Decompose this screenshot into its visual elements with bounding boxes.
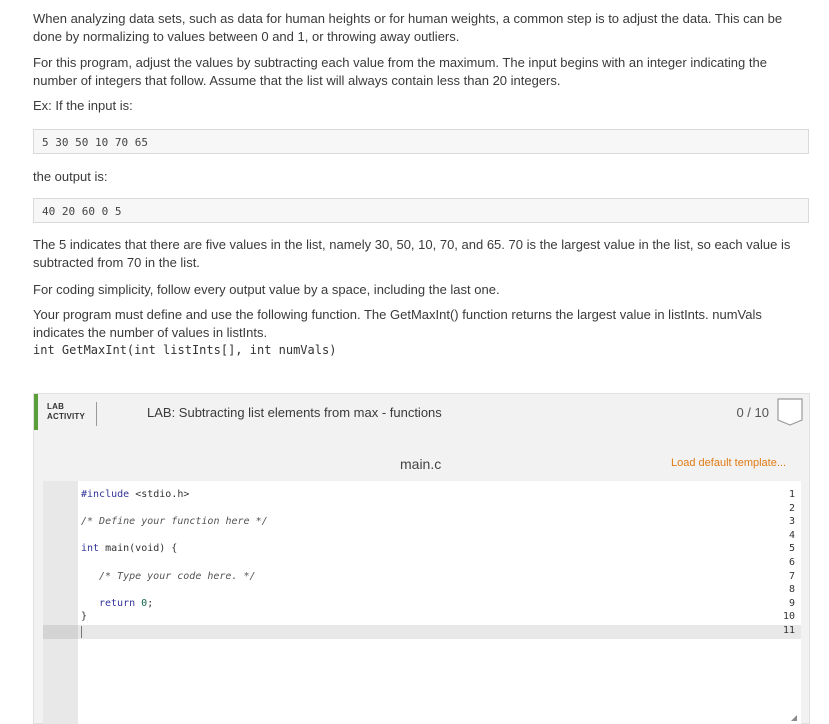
example-output-label: the output is: [33,169,108,184]
code-keyword: return [99,597,136,609]
code-line-5[interactable]: int main(void) { [81,542,177,556]
example-input-box: 5 30 50 10 70 65 [33,129,809,154]
load-default-template-link[interactable]: Load default template... [671,457,786,469]
code-line-10[interactable]: } [81,610,87,624]
line-number: 7 [788,570,795,582]
line-number: 5 [788,543,795,555]
code-line-9[interactable]: return 0; [99,597,153,611]
example-output-box: 40 20 60 0 5 [33,198,809,223]
line-number: 4 [788,529,795,541]
lab-score: 0 / 10 [736,405,769,420]
line-number-gutter [43,481,78,724]
line-number: 8 [788,584,795,596]
code-keyword: #include [81,489,130,500]
line-number: 6 [788,557,795,568]
example-input-label: Ex: If the input is: [33,98,133,113]
file-name-tab[interactable]: main.c [400,456,441,472]
line-number: 1 [788,489,795,500]
text-cursor [81,626,82,638]
lab-header: LAB ACTIVITY LAB: Subtracting list eleme… [34,394,809,430]
explanation-paragraph: The 5 indicates that there are five valu… [33,237,791,270]
code-keyword: int [81,543,100,555]
line-number: 10 [782,611,795,623]
line-number: 3 [788,516,795,528]
intro-paragraph: When analyzing data sets, such as data f… [33,11,783,44]
lab-tag-line1: LAB [47,402,65,411]
active-line-highlight [78,625,801,639]
code-line-3[interactable]: /* Define your function here */ [81,515,268,529]
line-number: 11 [782,625,795,636]
code-line-7[interactable]: /* Type your code here. */ [99,570,256,584]
resize-grip-icon[interactable] [791,715,797,721]
spacing-note: For coding simplicity, follow every outp… [33,282,500,297]
line-number: 2 [788,502,795,514]
code-text: ; [147,597,154,609]
function-signature: int GetMaxInt(int listInts[], int numVal… [33,343,337,357]
line-number: 9 [788,597,795,609]
lab-title: LAB: Subtracting list elements from max … [147,405,442,420]
code-editor[interactable]: main.c Load default template... 1 2 34 5 6 7 8… [43,444,801,724]
code-line-1[interactable]: #include <stdio.h> [81,488,189,502]
lab-header-divider [96,402,97,426]
code-text: main(void) { [99,543,178,555]
task-paragraph: For this program, adjust the values by s… [33,55,767,88]
editor-toolbar: main.c Load default template... [43,444,801,481]
function-requirement: Your program must define and use the fol… [33,307,762,340]
lab-activity-tag: LAB ACTIVITY [47,402,85,422]
active-line-gutter [43,625,78,639]
lab-activity-panel: LAB ACTIVITY LAB: Subtracting list eleme… [33,393,810,724]
lab-tag-line2: ACTIVITY [47,412,86,421]
score-badge-icon [777,398,803,426]
code-text: <stdio.h> [129,489,190,500]
